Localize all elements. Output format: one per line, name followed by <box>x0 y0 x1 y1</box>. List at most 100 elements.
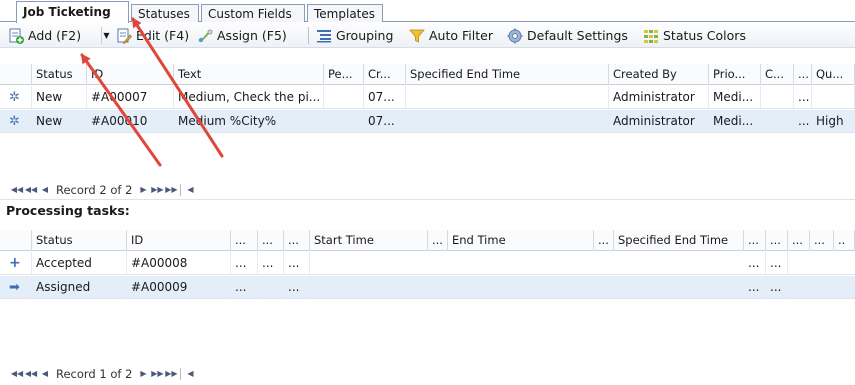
next-page-icon[interactable]: ▶▶ <box>150 183 164 197</box>
column-header-more[interactable]: ... <box>594 230 614 251</box>
first-record-icon[interactable]: ◀◀ <box>10 367 24 381</box>
cell-more: ... <box>284 276 310 299</box>
prev-record-icon[interactable]: ◀ <box>38 367 52 381</box>
table-row[interactable]: ✲ New #A00007 Medium, Check the pi... 07… <box>0 86 855 109</box>
nav-separator <box>180 184 182 196</box>
cell-qu <box>812 86 855 109</box>
column-header-id[interactable]: ID <box>127 230 231 251</box>
assign-button[interactable]: Assign (F5) <box>197 26 287 45</box>
column-header-specified-end-time[interactable]: Specified End Time <box>406 64 609 85</box>
column-header-qu[interactable]: Qu... <box>812 64 855 85</box>
column-header-more[interactable]: ... <box>810 230 834 251</box>
cell-text: Medium, Check the pi... <box>174 86 324 109</box>
grouping-button[interactable]: Grouping <box>316 26 393 45</box>
column-header-indicator <box>0 64 32 85</box>
column-header-more[interactable]: .. <box>834 230 855 251</box>
column-header-pe[interactable]: Pe... <box>324 64 364 85</box>
prev-page-icon[interactable]: ◀◀ <box>24 367 38 381</box>
plus-icon[interactable]: + <box>0 252 32 275</box>
filter-icon <box>409 28 425 44</box>
default-settings-button[interactable]: Default Settings <box>507 26 628 45</box>
scroll-left-icon[interactable]: ◀ <box>183 367 197 381</box>
cell-specified-end-time <box>406 86 609 109</box>
arrow-right-icon[interactable]: ➡ <box>0 276 32 299</box>
processing-record-navigator: ◀◀ ◀◀ ◀ Record 1 of 2 ▶ ▶▶ ▶▶ ◀ <box>10 364 197 384</box>
nav-separator <box>180 368 182 380</box>
cell-specified-end-time <box>406 110 609 133</box>
tab-custom-fields[interactable]: Custom Fields <box>201 4 305 22</box>
auto-filter-button[interactable]: Auto Filter <box>409 26 493 45</box>
table-row[interactable]: + Accepted #A00008 ... ... ... ... ... <box>0 252 855 275</box>
column-header-c[interactable]: C... <box>761 64 794 85</box>
record-counter: Record 2 of 2 <box>56 183 133 197</box>
cell-qu: High <box>812 110 855 133</box>
column-header-more[interactable]: ... <box>284 230 310 251</box>
cell-more: ... <box>231 252 258 275</box>
gear-icon: ✲ <box>0 86 32 109</box>
next-record-icon[interactable]: ▶ <box>136 183 150 197</box>
grouping-icon <box>316 28 332 44</box>
assign-button-label: Assign (F5) <box>217 28 287 43</box>
column-header-more[interactable]: ... <box>794 64 812 85</box>
column-header-more[interactable]: ... <box>428 230 448 251</box>
column-header-start-time[interactable]: Start Time <box>310 230 428 251</box>
cell-id: #A00010 <box>87 110 174 133</box>
prev-record-icon[interactable]: ◀ <box>38 183 52 197</box>
column-header-end-time[interactable]: End Time <box>448 230 594 251</box>
default-settings-label: Default Settings <box>527 28 628 43</box>
prev-page-icon[interactable]: ◀◀ <box>24 183 38 197</box>
status-colors-label: Status Colors <box>663 28 746 43</box>
tab-job-ticketing[interactable]: Job Ticketing <box>16 1 129 23</box>
processing-grid-header: Status ID ... ... ... Start Time ... End… <box>0 230 855 251</box>
column-header-indicator <box>0 230 32 251</box>
cell-more: ... <box>284 252 310 275</box>
cell-status: New <box>32 110 87 133</box>
cell-cr: 07... <box>364 110 406 133</box>
column-header-id[interactable]: ID <box>87 64 174 85</box>
cell-status: Assigned <box>32 276 127 299</box>
table-row[interactable]: ➡ Assigned #A00009 ... ... ... ... <box>0 276 855 299</box>
tab-templates[interactable]: Templates <box>307 4 383 22</box>
add-dropdown-arrow[interactable]: ▼ <box>101 27 111 44</box>
cell-text: Medium %City% <box>174 110 324 133</box>
column-header-status[interactable]: Status <box>32 230 127 251</box>
column-header-more[interactable]: ... <box>231 230 258 251</box>
first-record-icon[interactable]: ◀◀ <box>10 183 24 197</box>
column-header-more[interactable]: ... <box>766 230 788 251</box>
tab-statuses[interactable]: Statuses <box>131 4 199 22</box>
auto-filter-label: Auto Filter <box>429 28 493 43</box>
column-header-more[interactable]: ... <box>788 230 810 251</box>
column-header-created-by[interactable]: Created By <box>609 64 709 85</box>
column-header-specified-end-time[interactable]: Specified End Time <box>614 230 744 251</box>
cell-more: ... <box>744 276 766 299</box>
gear-icon: ✲ <box>0 110 32 133</box>
column-header-text[interactable]: Text <box>174 64 324 85</box>
cell-more: ... <box>766 252 788 275</box>
cell-cr: 07... <box>364 86 406 109</box>
cell-more: ... <box>258 252 284 275</box>
add-button[interactable]: Add (F2) <box>8 26 81 45</box>
next-record-icon[interactable]: ▶ <box>136 367 150 381</box>
column-header-status[interactable]: Status <box>32 64 87 85</box>
main-grid-header: Status ID Text Pe... Cr... Specified End… <box>0 64 855 85</box>
assign-icon <box>197 28 213 44</box>
next-page-icon[interactable]: ▶▶ <box>150 367 164 381</box>
edit-button-label: Edit (F4) <box>136 28 190 43</box>
last-record-icon[interactable]: ▶▶ <box>164 183 178 197</box>
table-row[interactable]: ✲ New #A00010 Medium %City% 07... Admini… <box>0 110 855 133</box>
last-record-icon[interactable]: ▶▶ <box>164 367 178 381</box>
grouping-button-label: Grouping <box>336 28 394 43</box>
cell-more: ... <box>744 252 766 275</box>
edit-button[interactable]: Edit (F4) <box>116 26 189 45</box>
section-divider <box>0 199 855 200</box>
cell-more: ... <box>231 276 258 299</box>
column-header-more[interactable]: ... <box>258 230 284 251</box>
column-header-priority[interactable]: Prio... <box>709 64 761 85</box>
column-header-cr[interactable]: Cr... <box>364 64 406 85</box>
add-button-label: Add (F2) <box>28 28 82 43</box>
column-header-more[interactable]: ... <box>744 230 766 251</box>
cell-more: ... <box>794 86 812 109</box>
cell-more <box>258 276 284 299</box>
status-colors-button[interactable]: Status Colors <box>643 26 746 45</box>
scroll-left-icon[interactable]: ◀ <box>183 183 197 197</box>
